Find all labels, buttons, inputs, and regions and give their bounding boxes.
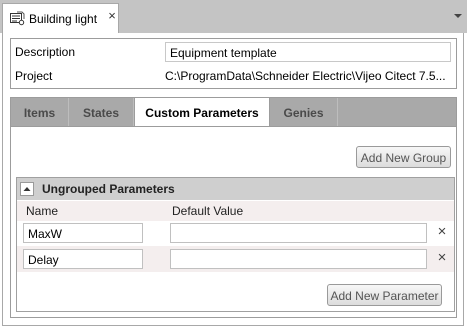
add-new-group-button[interactable]: Add New Group [356, 146, 451, 168]
chevron-down-icon[interactable] [452, 10, 464, 22]
chevron-up-icon[interactable] [20, 182, 34, 196]
add-new-parameter-button[interactable]: Add New Parameter [327, 284, 442, 306]
section-tab-bar: Items States Custom Parameters Genies [10, 97, 457, 128]
column-header-name: Name [26, 204, 59, 218]
column-header-default-value: Default Value [172, 204, 244, 218]
parameter-name-field[interactable]: Delay [23, 249, 143, 269]
project-path-value: C:\ProgramData\Schneider Electric\Vijeo … [165, 69, 446, 83]
description-field[interactable]: Equipment template [165, 42, 451, 62]
parameter-row: Delay × [17, 246, 454, 272]
tab-custom-parameters[interactable]: Custom Parameters [134, 98, 270, 128]
template-info-box: Description Equipment template Project C… [10, 38, 457, 89]
delete-parameter-icon[interactable]: × [435, 224, 449, 240]
parameter-name-field[interactable]: MaxW [23, 223, 143, 243]
group-title: Ungrouped Parameters [42, 182, 175, 196]
template-icon [9, 10, 25, 26]
description-label: Description [15, 45, 76, 59]
parameter-row: MaxW × [17, 220, 454, 246]
equipment-editor-window: Building light × Description Equipment t… [0, 0, 467, 331]
group-header: Ungrouped Parameters [17, 178, 454, 200]
parameter-group-ungrouped: Ungrouped Parameters Name Default Value … [16, 177, 455, 312]
project-label: Project [15, 69, 53, 83]
parameter-default-value-field[interactable] [170, 249, 427, 269]
column-header-row: Name Default Value [17, 201, 454, 221]
tab-states[interactable]: States [69, 98, 134, 126]
tab-genies[interactable]: Genies [270, 98, 338, 126]
tab-items[interactable]: Items [11, 98, 69, 126]
document-tab-building-light[interactable]: Building light × [2, 3, 119, 33]
parameter-default-value-field[interactable] [170, 223, 427, 243]
document-tab-title: Building light [29, 12, 98, 26]
delete-parameter-icon[interactable]: × [435, 250, 449, 266]
document-tab-strip: Building light × [0, 0, 467, 33]
close-tab-icon[interactable]: × [107, 9, 117, 22]
